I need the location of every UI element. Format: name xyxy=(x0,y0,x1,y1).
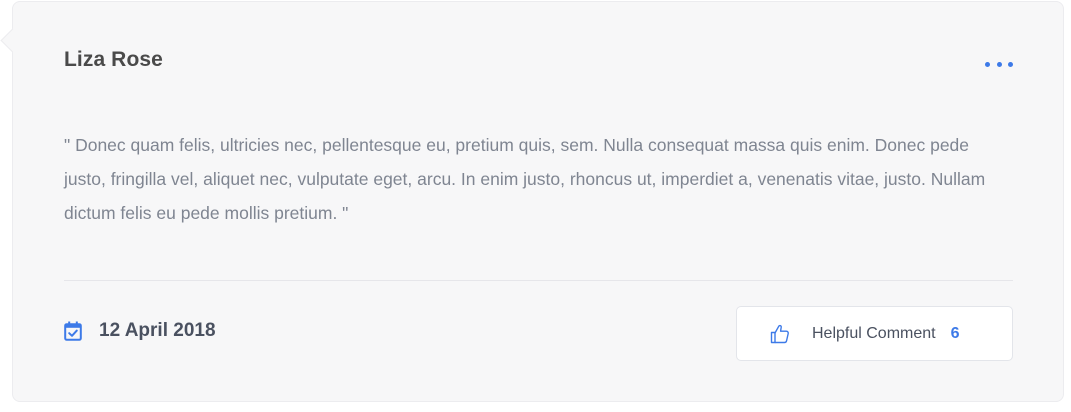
review-comment-text: " Donec quam felis, ultricies nec, pelle… xyxy=(64,135,986,223)
helpful-comment-label: Helpful Comment xyxy=(812,324,936,342)
calendar-check-icon xyxy=(64,321,82,341)
divider xyxy=(64,280,1013,281)
date-text: 12 April 2018 xyxy=(99,320,216,341)
more-dots-icon xyxy=(985,61,990,67)
more-dots-icon xyxy=(1008,61,1013,67)
review-card: Liza Rose " Donec quam felis, ultricies … xyxy=(0,1,1064,402)
helpful-comment-button[interactable]: Helpful Comment 6 xyxy=(736,306,1013,361)
review-date: 12 April 2018 xyxy=(64,320,216,342)
author-name: Liza Rose xyxy=(64,48,163,71)
more-dots-icon xyxy=(996,61,1002,67)
helpful-count: 6 xyxy=(950,324,960,342)
card-pointer-arrow xyxy=(0,28,25,53)
more-options-button[interactable] xyxy=(985,54,1013,74)
thumbs-up-icon xyxy=(770,324,790,344)
